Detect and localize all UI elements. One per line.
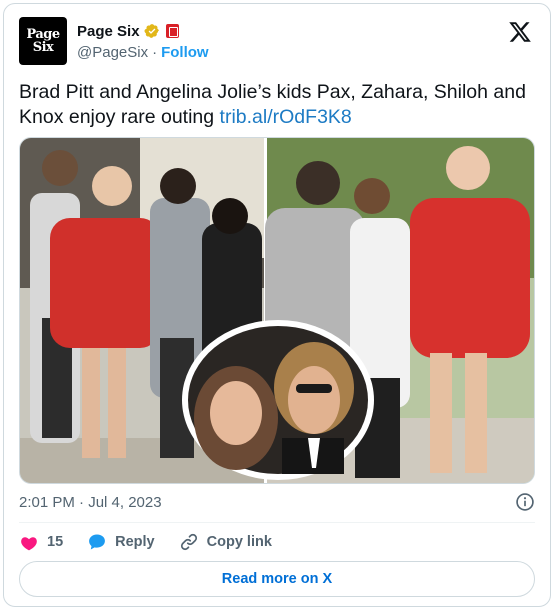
tweet-link[interactable]: trib.al/rOdF3K8 <box>220 106 352 128</box>
author-avatar[interactable]: Page Six <box>19 17 67 65</box>
divider <box>19 522 535 523</box>
like-count: 15 <box>47 534 64 550</box>
tweet-card: Page Six Page Six @PageSix · Follow Brad… <box>3 3 551 607</box>
reply-button[interactable]: Reply <box>87 532 155 552</box>
heart-icon <box>21 537 37 551</box>
reply-bubble-icon <box>89 534 106 550</box>
link-icon <box>180 533 197 551</box>
tweet-actions: 15 Reply Copy link <box>19 528 296 556</box>
read-more-button[interactable]: Read more on X <box>19 561 535 597</box>
follow-button[interactable]: Follow <box>161 44 209 61</box>
like-button[interactable]: 15 <box>19 532 63 552</box>
handle-separator: · <box>152 43 158 61</box>
author-display-name[interactable]: Page Six <box>77 23 140 40</box>
copy-link-button[interactable]: Copy link <box>179 532 272 552</box>
x-logo-icon[interactable] <box>508 20 532 44</box>
tweet-header: Page Six Page Six @PageSix · Follow <box>19 17 535 69</box>
tweet-meta: 2:01 PM · Jul 4, 2023 <box>19 491 535 513</box>
flag-badge-icon <box>165 24 179 38</box>
info-icon[interactable] <box>515 492 535 512</box>
author-names: Page Six @PageSix · Follow <box>77 21 209 62</box>
author-handle[interactable]: @PageSix <box>77 44 148 61</box>
copy-link-label: Copy link <box>206 534 272 550</box>
tweet-photo[interactable] <box>19 137 535 484</box>
verified-badge-icon <box>144 24 159 38</box>
tweet-text: Brad Pitt and Angelina Jolie’s kids Pax,… <box>19 80 539 130</box>
photo-collage-image <box>20 138 534 483</box>
reply-label: Reply <box>115 534 155 550</box>
tweet-timestamp[interactable]: 2:01 PM · Jul 4, 2023 <box>19 494 162 511</box>
avatar-logo-line2: Six <box>32 40 54 55</box>
